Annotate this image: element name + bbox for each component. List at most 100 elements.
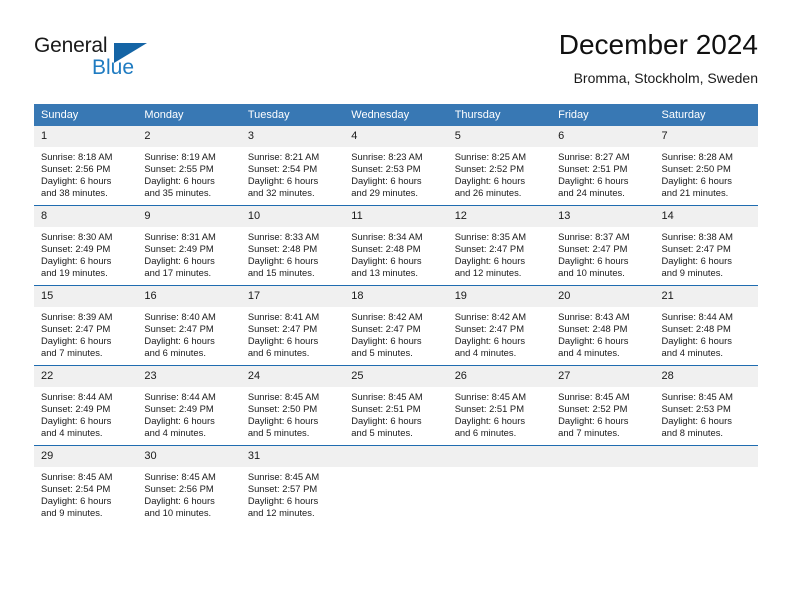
day-details: Sunrise: 8:18 AM Sunset: 2:56 PM Daylight:… bbox=[34, 147, 137, 199]
day-number: 16 bbox=[137, 286, 241, 307]
sunrise-text: Sunrise: 8:45 AM bbox=[247, 471, 320, 482]
day-cell-empty bbox=[447, 445, 552, 525]
day-cell[interactable]: 28 Sunrise: 8:45 AM Sunset: 2:53 PM Dayligh… bbox=[654, 365, 758, 446]
day-number: 8 bbox=[34, 206, 138, 227]
weekday-header-friday: Friday bbox=[551, 104, 655, 126]
daylight-line-1: Daylight: 6 hours bbox=[144, 334, 215, 346]
day-cell[interactable]: 10 Sunrise: 8:33 AM Sunset: 2:48 PM Dayligh… bbox=[240, 205, 345, 286]
day-number: 1 bbox=[34, 126, 138, 147]
day-details: Sunrise: 8:31 AM Sunset: 2:49 PM Daylight:… bbox=[137, 227, 240, 279]
day-cell[interactable]: 15 Sunrise: 8:39 AM Sunset: 2:47 PM Dayligh… bbox=[34, 285, 138, 366]
day-cell[interactable]: 29 Sunrise: 8:45 AM Sunset: 2:54 PM Dayligh… bbox=[34, 445, 138, 525]
day-details: Sunrise: 8:45 AM Sunset: 2:51 PM Daylight:… bbox=[344, 387, 447, 439]
day-number: 21 bbox=[654, 286, 758, 307]
day-details: Sunrise: 8:45 AM Sunset: 2:50 PM Daylight:… bbox=[241, 387, 344, 439]
day-cell[interactable]: 17 Sunrise: 8:41 AM Sunset: 2:47 PM Dayligh… bbox=[240, 285, 345, 366]
daylight-line-1: Daylight: 6 hours bbox=[144, 414, 215, 426]
day-cell[interactable]: 11 Sunrise: 8:34 AM Sunset: 2:48 PM Dayligh… bbox=[344, 205, 448, 286]
daylight-line-2: and 7 minutes. bbox=[41, 346, 103, 358]
day-number: 24 bbox=[240, 366, 345, 387]
sunset-text: Sunset: 2:56 PM bbox=[41, 162, 111, 174]
daylight-line-1: Daylight: 6 hours bbox=[41, 414, 112, 426]
sunrise-text: Sunrise: 8:33 AM bbox=[247, 231, 320, 242]
day-cell[interactable]: 31 Sunrise: 8:45 AM Sunset: 2:57 PM Dayligh… bbox=[240, 445, 345, 525]
day-cell[interactable]: 26 Sunrise: 8:45 AM Sunset: 2:51 PM Dayligh… bbox=[447, 365, 552, 446]
day-cell[interactable]: 27 Sunrise: 8:45 AM Sunset: 2:52 PM Dayligh… bbox=[551, 365, 655, 446]
sunrise-text: Sunrise: 8:42 AM bbox=[454, 311, 527, 322]
sunset-text: Sunset: 2:51 PM bbox=[351, 402, 421, 414]
daylight-line-2: and 5 minutes. bbox=[351, 346, 413, 358]
day-cell[interactable]: 13 Sunrise: 8:37 AM Sunset: 2:47 PM Dayligh… bbox=[551, 205, 655, 286]
day-cell[interactable]: 3 Sunrise: 8:21 AM Sunset: 2:54 PM Daylight… bbox=[240, 126, 345, 206]
sunrise-text: Sunrise: 8:37 AM bbox=[558, 231, 630, 242]
sunrise-text: Sunrise: 8:28 AM bbox=[661, 151, 733, 162]
day-number: 17 bbox=[240, 286, 345, 307]
day-cell[interactable]: 19 Sunrise: 8:42 AM Sunset: 2:47 PM Dayligh… bbox=[447, 285, 552, 366]
daylight-line-1: Daylight: 6 hours bbox=[351, 174, 422, 186]
day-cell[interactable]: 30 Sunrise: 8:45 AM Sunset: 2:56 PM Dayligh… bbox=[137, 445, 241, 525]
day-cell[interactable]: 20 Sunrise: 8:43 AM Sunset: 2:48 PM Dayligh… bbox=[551, 285, 655, 366]
sunrise-text: Sunrise: 8:45 AM bbox=[351, 391, 423, 402]
sunrise-text: Sunrise: 8:30 AM bbox=[41, 231, 113, 242]
day-cell[interactable]: 1 Sunrise: 8:18 AM Sunset: 2:56 PM Daylight… bbox=[34, 126, 138, 206]
day-cell[interactable]: 7 Sunrise: 8:28 AM Sunset: 2:50 PM Daylight… bbox=[654, 126, 758, 206]
day-cell[interactable]: 23 Sunrise: 8:44 AM Sunset: 2:49 PM Dayligh… bbox=[137, 365, 241, 446]
daylight-line-1: Daylight: 6 hours bbox=[351, 414, 422, 426]
daylight-line-2: and 17 minutes. bbox=[144, 266, 212, 278]
daylight-line-2: and 6 minutes. bbox=[247, 346, 310, 358]
day-cell[interactable]: 16 Sunrise: 8:40 AM Sunset: 2:47 PM Dayligh… bbox=[137, 285, 241, 366]
daylight-line-1: Daylight: 6 hours bbox=[661, 414, 732, 426]
calendar-week-row: 22 Sunrise: 8:44 AM Sunset: 2:49 PM Dayligh… bbox=[34, 365, 758, 446]
day-number: 20 bbox=[551, 286, 655, 307]
sunrise-text: Sunrise: 8:38 AM bbox=[661, 231, 733, 242]
sunset-text: Sunset: 2:48 PM bbox=[558, 322, 628, 334]
day-cell[interactable]: 24 Sunrise: 8:45 AM Sunset: 2:50 PM Dayligh… bbox=[240, 365, 345, 446]
day-cell[interactable]: 22 Sunrise: 8:44 AM Sunset: 2:49 PM Dayligh… bbox=[34, 365, 138, 446]
sunset-text: Sunset: 2:54 PM bbox=[41, 482, 111, 494]
day-cell[interactable]: 6 Sunrise: 8:27 AM Sunset: 2:51 PM Daylight… bbox=[551, 126, 655, 206]
general-blue-logo: General Blue bbox=[34, 34, 214, 86]
day-cell[interactable]: 14 Sunrise: 8:38 AM Sunset: 2:47 PM Dayligh… bbox=[654, 205, 758, 286]
daylight-line-1: Daylight: 6 hours bbox=[247, 494, 319, 506]
day-number bbox=[654, 446, 758, 467]
page-title: December 2024 bbox=[558, 29, 758, 60]
day-cell[interactable]: 12 Sunrise: 8:35 AM Sunset: 2:47 PM Dayligh… bbox=[447, 205, 552, 286]
sunrise-text: Sunrise: 8:31 AM bbox=[144, 231, 216, 242]
sunrise-text: Sunrise: 8:35 AM bbox=[454, 231, 527, 242]
day-cell[interactable]: 8 Sunrise: 8:30 AM Sunset: 2:49 PM Daylight… bbox=[34, 205, 138, 286]
weekday-header-wednesday: Wednesday bbox=[344, 104, 448, 126]
daylight-line-2: and 13 minutes. bbox=[351, 266, 418, 278]
sunset-text: Sunset: 2:47 PM bbox=[661, 242, 731, 254]
sunset-text: Sunset: 2:47 PM bbox=[144, 322, 214, 334]
day-details: Sunrise: 8:35 AM Sunset: 2:47 PM Daylight:… bbox=[448, 227, 551, 279]
sunset-text: Sunset: 2:53 PM bbox=[351, 162, 421, 174]
daylight-line-2: and 12 minutes. bbox=[454, 266, 522, 278]
sunrise-text: Sunrise: 8:27 AM bbox=[558, 151, 630, 162]
sunset-text: Sunset: 2:47 PM bbox=[41, 322, 111, 334]
day-details: Sunrise: 8:45 AM Sunset: 2:57 PM Daylight:… bbox=[241, 467, 344, 519]
calendar-week-row: 15 Sunrise: 8:39 AM Sunset: 2:47 PM Dayligh… bbox=[34, 285, 758, 366]
daylight-line-1: Daylight: 6 hours bbox=[558, 414, 629, 426]
day-number: 19 bbox=[447, 286, 552, 307]
sunrise-text: Sunrise: 8:44 AM bbox=[41, 391, 113, 402]
day-cell[interactable]: 18 Sunrise: 8:42 AM Sunset: 2:47 PM Dayligh… bbox=[344, 285, 448, 366]
day-cell[interactable]: 5 Sunrise: 8:25 AM Sunset: 2:52 PM Daylight… bbox=[447, 126, 552, 206]
day-cell[interactable]: 25 Sunrise: 8:45 AM Sunset: 2:51 PM Dayligh… bbox=[344, 365, 448, 446]
day-cell[interactable]: 21 Sunrise: 8:44 AM Sunset: 2:48 PM Dayligh… bbox=[654, 285, 758, 366]
weekday-header-thursday: Thursday bbox=[447, 104, 552, 126]
calendar-week-row: 29 Sunrise: 8:45 AM Sunset: 2:54 PM Dayligh… bbox=[34, 445, 758, 525]
day-number bbox=[447, 446, 552, 467]
sunset-text: Sunset: 2:55 PM bbox=[144, 162, 214, 174]
sunset-text: Sunset: 2:47 PM bbox=[454, 242, 524, 254]
day-number: 10 bbox=[240, 206, 345, 227]
sunrise-text: Sunrise: 8:18 AM bbox=[41, 151, 113, 162]
day-details: Sunrise: 8:41 AM Sunset: 2:47 PM Daylight:… bbox=[241, 307, 344, 359]
daylight-line-2: and 4 minutes. bbox=[454, 346, 517, 358]
day-cell[interactable]: 4 Sunrise: 8:23 AM Sunset: 2:53 PM Daylight… bbox=[344, 126, 448, 206]
day-cell[interactable]: 9 Sunrise: 8:31 AM Sunset: 2:49 PM Daylight… bbox=[137, 205, 241, 286]
calendar-week-row: 8 Sunrise: 8:30 AM Sunset: 2:49 PM Daylight… bbox=[34, 205, 758, 286]
day-details: Sunrise: 8:44 AM Sunset: 2:48 PM Daylight:… bbox=[655, 307, 758, 359]
sunrise-text: Sunrise: 8:44 AM bbox=[661, 311, 733, 322]
day-cell[interactable]: 2 Sunrise: 8:19 AM Sunset: 2:55 PM Daylight… bbox=[137, 126, 241, 206]
day-number: 27 bbox=[551, 366, 655, 387]
